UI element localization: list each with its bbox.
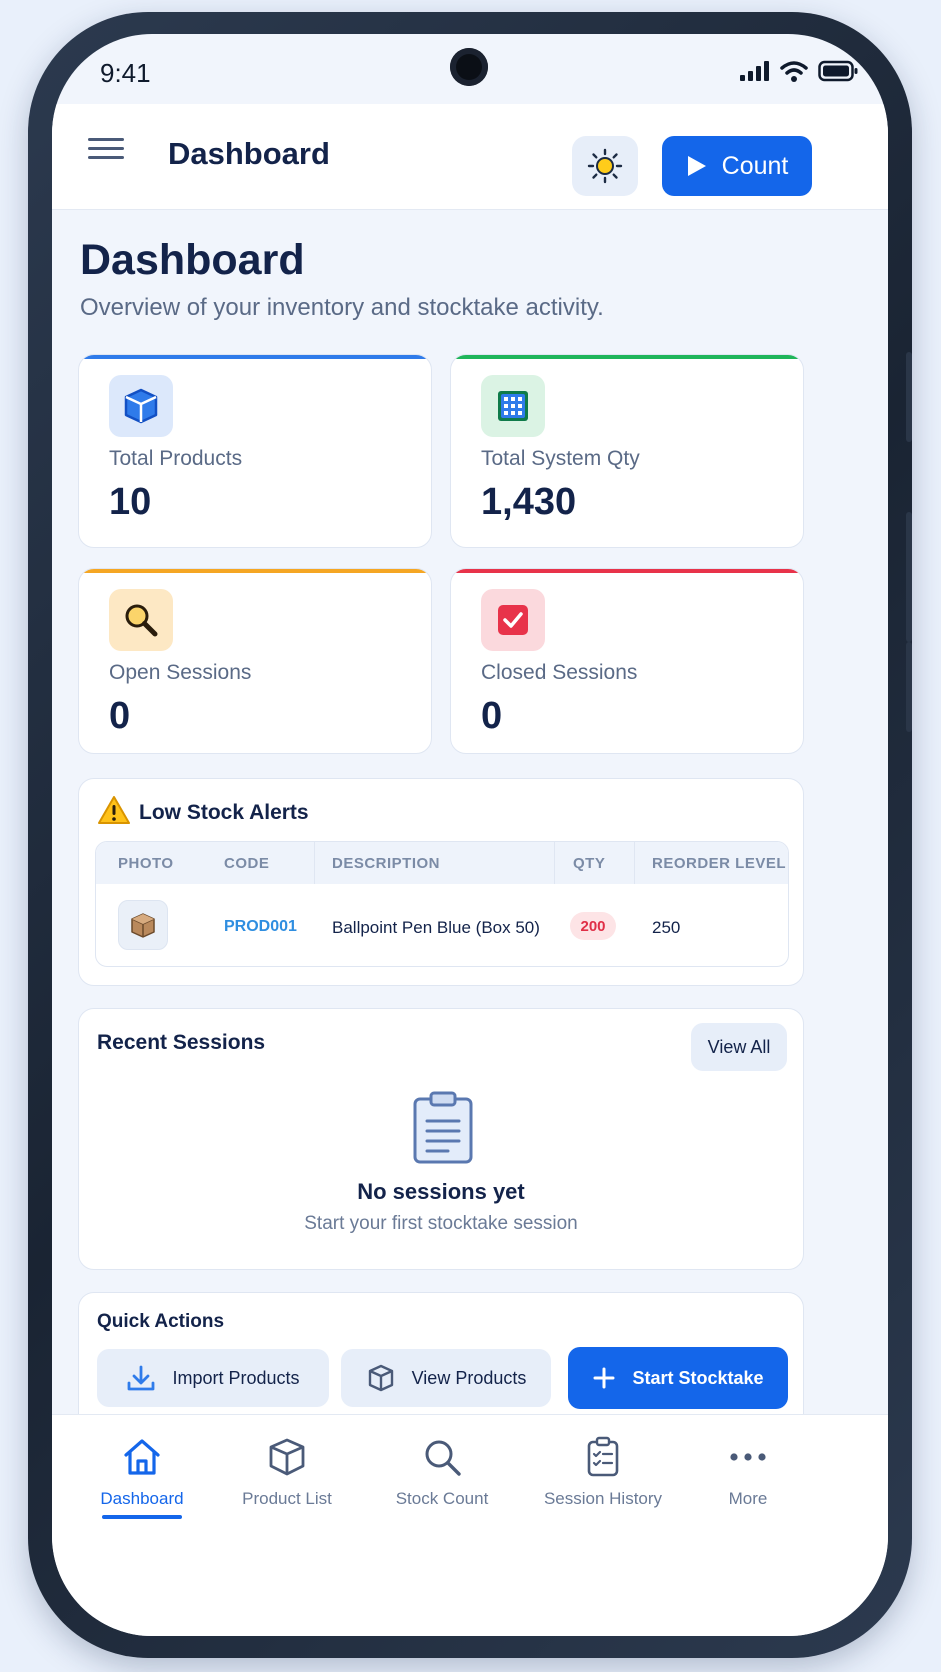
quick-actions-title: Quick Actions	[97, 1311, 225, 1332]
product-description: Ballpoint Pen Blue (Box 50)	[332, 918, 540, 937]
wifi-icon	[780, 61, 808, 82]
nav-label: Dashboard	[100, 1489, 184, 1508]
stat-card-closed-sessions[interactable]: Closed Sessions 0	[450, 568, 804, 754]
stat-value: 0	[481, 695, 503, 737]
check-box-icon	[481, 589, 545, 651]
stat-label: Total Products	[109, 447, 243, 470]
home-icon	[124, 1439, 160, 1475]
stat-card-total-products[interactable]: Total Products 10	[78, 354, 432, 548]
page-title: Dashboard	[80, 236, 305, 284]
column-header: QTY	[573, 855, 606, 872]
plus-icon	[593, 1367, 615, 1389]
power-button	[906, 352, 912, 442]
bottom-navigation: Dashboard Product List Stock Count Sessi…	[52, 1414, 888, 1636]
nav-product-list[interactable]: Product List	[212, 1435, 362, 1509]
recent-sessions-title: Recent Sessions	[97, 1031, 266, 1054]
stat-accent-bar	[79, 569, 431, 573]
stat-card-open-sessions[interactable]: Open Sessions 0	[78, 568, 432, 754]
active-indicator	[102, 1515, 182, 1519]
status-icons	[740, 60, 858, 82]
count-button-label: Count	[721, 151, 789, 180]
start-stocktake-button[interactable]: Start Stocktake	[568, 1347, 788, 1409]
product-photo	[118, 900, 168, 950]
nav-more[interactable]: More	[673, 1435, 823, 1509]
nav-stock-count[interactable]: Stock Count	[367, 1435, 517, 1509]
column-header: DESCRIPTION	[332, 855, 441, 872]
stat-accent-bar	[79, 355, 431, 359]
cube-icon	[109, 375, 173, 437]
stat-accent-bar	[451, 569, 803, 573]
qty-badge: 200	[570, 912, 616, 940]
more-dots-icon	[730, 1453, 766, 1461]
nav-label: Session History	[543, 1489, 663, 1508]
box-icon	[269, 1438, 305, 1476]
clipboard-icon	[413, 1091, 473, 1164]
stat-label: Open Sessions	[109, 661, 252, 684]
nav-dashboard[interactable]: Dashboard	[67, 1435, 217, 1519]
low-stock-title: Low Stock Alerts	[139, 801, 309, 824]
stat-card-total-system-qty[interactable]: Total System Qty 1,430	[450, 354, 804, 548]
stat-accent-bar	[451, 355, 803, 359]
quick-actions-card: Quick Actions Import Products View Produ…	[78, 1292, 804, 1430]
import-products-label: Import Products	[172, 1367, 300, 1388]
volume-button-lower	[906, 642, 912, 732]
low-stock-table: PHOTO CODE DESCRIPTION QTY REORDER LEVEL	[95, 841, 789, 967]
app-header: Dashboard Count	[52, 104, 888, 210]
stat-label: Total System Qty	[481, 447, 640, 470]
grid-icon	[481, 375, 545, 437]
stat-value: 0	[109, 695, 131, 737]
page-subtitle: Overview of your inventory and stocktake…	[80, 294, 604, 321]
theme-toggle-button[interactable]	[572, 136, 638, 196]
play-icon	[687, 156, 706, 176]
view-products-button[interactable]: View Products	[341, 1349, 551, 1407]
stat-label: Closed Sessions	[481, 661, 638, 684]
box-icon	[368, 1364, 393, 1392]
view-products-label: View Products	[411, 1367, 527, 1388]
start-stocktake-label: Start Stocktake	[632, 1367, 764, 1388]
nav-label: More	[728, 1489, 768, 1508]
menu-icon[interactable]	[88, 132, 124, 168]
column-header: CODE	[224, 855, 270, 872]
reorder-level: 250	[652, 918, 681, 937]
view-all-button[interactable]: View All	[691, 1023, 787, 1071]
nav-session-history[interactable]: Session History	[528, 1435, 678, 1509]
low-stock-alerts-card: Low Stock Alerts PHOTO CODE DESCRIPTION …	[78, 778, 804, 986]
count-button[interactable]: Count	[662, 136, 812, 196]
stat-value: 10	[109, 481, 152, 523]
nav-label: Product List	[242, 1489, 332, 1508]
table-header: PHOTO CODE DESCRIPTION QTY REORDER LEVEL	[96, 842, 788, 884]
signal-icon	[740, 61, 769, 81]
status-time: 9:41	[100, 58, 151, 88]
volume-button	[906, 512, 912, 642]
empty-state-subtitle: Start your first stocktake session	[304, 1213, 578, 1234]
warning-icon	[98, 796, 130, 824]
header-title: Dashboard	[168, 136, 330, 171]
product-code-link[interactable]: PROD001	[224, 918, 297, 936]
download-icon	[128, 1365, 155, 1391]
product-box-icon	[131, 913, 155, 938]
battery-icon	[818, 60, 858, 82]
empty-state-title: No sessions yet	[357, 1179, 525, 1204]
stat-value: 1,430	[481, 481, 577, 523]
column-header: PHOTO	[118, 855, 174, 872]
recent-sessions-card: Recent Sessions View All No sessions yet…	[78, 1008, 804, 1270]
screen: 9:41 Dashboard Count Dashboard Overview …	[52, 34, 888, 1636]
column-header: REORDER LEVEL	[652, 855, 787, 872]
sun-icon	[587, 148, 623, 184]
clipboard-list-icon	[587, 1436, 619, 1477]
import-products-button[interactable]: Import Products	[97, 1349, 329, 1407]
camera-icon	[450, 48, 488, 86]
magnifier-icon	[109, 589, 173, 651]
nav-label: Stock Count	[395, 1489, 489, 1508]
search-icon	[425, 1440, 461, 1476]
status-bar: 9:41	[52, 34, 888, 104]
